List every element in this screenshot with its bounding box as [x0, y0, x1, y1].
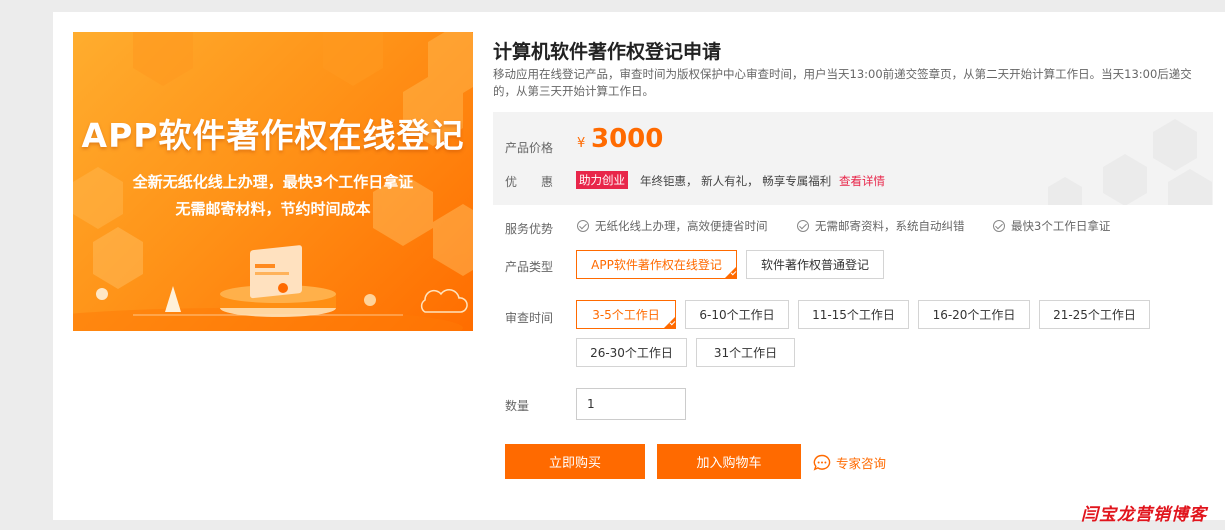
chat-bubble-icon [813, 454, 831, 471]
product-type-label: 产品类型 [505, 260, 554, 274]
price-currency: ¥ [577, 136, 586, 151]
product-type-option-standard[interactable]: 软件著作权普通登记 [746, 250, 884, 279]
watermark: 闫宝龙营销博客 [1081, 505, 1207, 525]
check-circle-icon [993, 220, 1005, 232]
check-circle-icon [797, 220, 809, 232]
option-label: APP软件著作权在线登记 [591, 258, 722, 272]
review-time-option[interactable]: 3-5个工作日 [576, 300, 676, 329]
add-to-cart-button[interactable]: 加入购物车 [657, 444, 801, 479]
review-time-option[interactable]: 6-10个工作日 [685, 300, 789, 329]
option-label: 3-5个工作日 [592, 308, 660, 322]
service-item-text: 最快3个工作日拿证 [1011, 219, 1111, 233]
service-label: 服务优势 [505, 222, 554, 236]
selected-check-icon [669, 319, 676, 326]
quantity-input[interactable] [576, 388, 686, 420]
review-time-option[interactable]: 21-25个工作日 [1039, 300, 1150, 329]
option-label: 11-15个工作日 [812, 308, 895, 322]
promo-badge: 助力创业 [576, 171, 628, 189]
review-time-option[interactable]: 16-20个工作日 [918, 300, 1030, 329]
check-circle-icon [577, 220, 589, 232]
banner-subtitle: 全新无纸化线上办理，最快3个工作日拿证 [132, 173, 414, 191]
service-item: 最快3个工作日拿证 [993, 218, 1110, 234]
product-type-option-online[interactable]: APP软件著作权在线登记 [576, 250, 737, 279]
product-description: 移动应用在线登记产品，审查时间为版权保护中心审查时间，用户当天13:00前递交签… [493, 67, 1192, 98]
price-box-decoration [1048, 119, 1212, 205]
review-time-option[interactable]: 31个工作日 [696, 338, 795, 367]
promo-text: 年终钜惠， 新人有礼， 畅享专属福利 [640, 174, 832, 188]
price-value: 3000 [591, 124, 664, 154]
option-label: 31个工作日 [713, 346, 778, 360]
review-time-label: 审查时间 [505, 311, 554, 325]
consult-label: 专家咨询 [836, 456, 887, 471]
option-label: 16-20个工作日 [932, 308, 1016, 322]
product-panel: APP软件著作权在线登记 全新无纸化线上办理，最快3个工作日拿证 无需邮寄材料，… [53, 12, 1225, 520]
service-item-text: 无纸化线上办理，高效便捷省时间 [595, 219, 768, 233]
review-time-option[interactable]: 26-30个工作日 [576, 338, 687, 367]
option-label: 软件著作权普通登记 [760, 258, 869, 272]
service-item-text: 无需邮寄资料，系统自动纠错 [815, 219, 965, 233]
banner-title: APP软件著作权在线登记 [81, 116, 465, 155]
service-item: 无需邮寄资料，系统自动纠错 [797, 218, 965, 234]
option-label: 6-10个工作日 [699, 308, 775, 322]
price-label: 产品价格 [505, 141, 554, 155]
banner-subtitle-2: 无需邮寄材料，节约时间成本 [175, 200, 371, 218]
selected-check-icon [730, 269, 737, 276]
promo-details-link[interactable]: 查看详情 [839, 173, 885, 189]
price-box: 产品价格 ¥ 3000 优 惠 助力创业 年终钜惠， 新人有礼， 畅享专属福利 … [493, 112, 1213, 205]
option-label: 26-30个工作日 [590, 346, 673, 360]
review-time-option[interactable]: 11-15个工作日 [798, 300, 909, 329]
product-banner: APP软件著作权在线登记 全新无纸化线上办理，最快3个工作日拿证 无需邮寄材料，… [73, 32, 473, 331]
option-label: 21-25个工作日 [1053, 308, 1136, 322]
product-title: 计算机软件著作权登记申请 [493, 41, 722, 63]
expert-consult-link[interactable]: 专家咨询 [813, 453, 886, 472]
promo-label: 优 惠 [505, 175, 554, 189]
quantity-label: 数量 [505, 399, 530, 413]
service-item: 无纸化线上办理，高效便捷省时间 [577, 218, 768, 234]
buy-now-button[interactable]: 立即购买 [505, 444, 645, 479]
